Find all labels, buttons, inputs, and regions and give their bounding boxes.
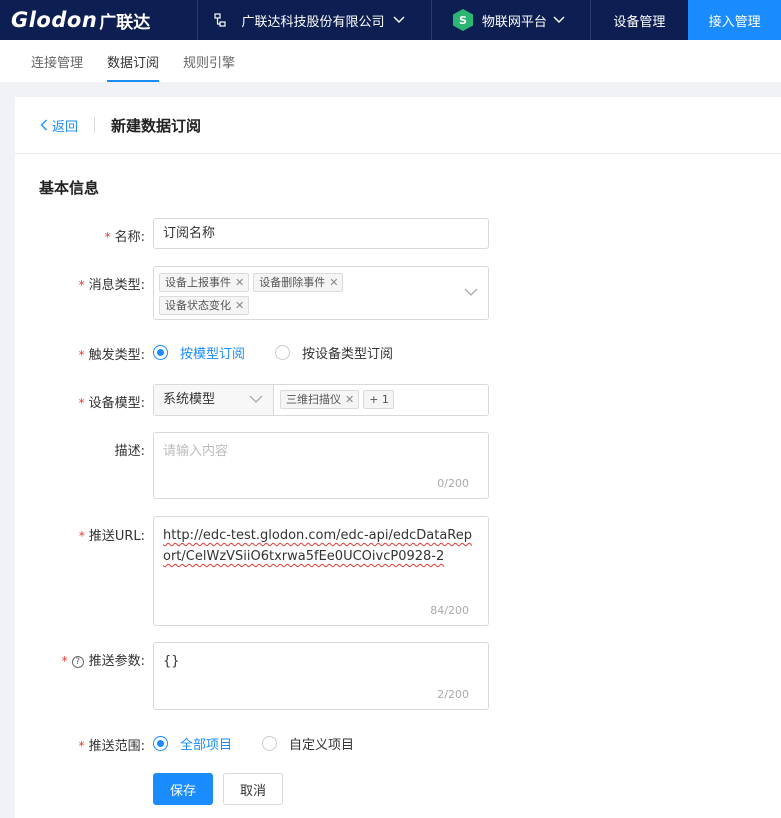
url-label: * 推送URL: — [79, 525, 145, 544]
help-icon[interactable]: ? — [71, 656, 84, 668]
tag-label: 设备上报事件 — [165, 276, 231, 289]
required-mark: * — [61, 654, 68, 668]
model-type-value: 系统模型 — [163, 392, 216, 407]
model-label: * 设备模型: — [79, 392, 145, 411]
more-tag[interactable]: + 1 — [363, 390, 394, 409]
tag-label: 设备状态变化 — [165, 299, 231, 312]
trigger-label: * 触发类型: — [79, 344, 145, 363]
desc-label: 描述: — [114, 444, 145, 459]
tag-item: 设备删除事件 ✕ — [253, 273, 344, 292]
required-mark: * — [78, 396, 85, 410]
close-icon[interactable]: ✕ — [345, 393, 354, 406]
platform-selector[interactable]: S 物联网平台 — [432, 0, 590, 40]
scope-label: * 推送范围: — [79, 735, 145, 754]
radio-unchecked — [275, 345, 291, 360]
section-title: 基本信息 — [39, 179, 100, 197]
radio-label: 全部项目 — [180, 738, 233, 753]
model-label-text: 设备模型: — [88, 396, 145, 411]
params-textarea[interactable]: {} 2/200 — [153, 642, 489, 710]
logo-cn: 广联达 — [99, 12, 151, 33]
radio-custom-projects[interactable]: 自定义项目 — [262, 734, 354, 753]
char-counter: 2/200 — [437, 688, 469, 701]
msg-type-label-text: 消息类型: — [88, 278, 145, 293]
tab-connection-management[interactable]: 连接管理 — [31, 40, 83, 82]
radio-unchecked — [262, 736, 278, 751]
close-icon[interactable]: ✕ — [235, 276, 244, 289]
msg-type-label: * 消息类型: — [79, 274, 145, 293]
params-label-text: 推送参数: — [88, 654, 145, 669]
params-value: {} — [163, 654, 180, 669]
desc-placeholder: 请输入内容 — [163, 444, 229, 459]
logo[interactable]: Glodon 广联达 — [0, 0, 197, 40]
radio-by-device-type[interactable]: 按设备类型订阅 — [275, 343, 393, 362]
tab-rule-engine[interactable]: 规则引擎 — [183, 40, 235, 82]
required-mark: * — [78, 529, 85, 543]
chevron-down-icon — [553, 16, 565, 23]
url-value: http://edc-test.glodon.com/edc-api/edcDa… — [163, 528, 472, 564]
chevron-down-icon — [464, 288, 478, 296]
scope-label-text: 推送范围: — [88, 739, 145, 754]
save-button[interactable]: 保存 — [153, 773, 213, 805]
model-tags[interactable]: 三维扫描仪 ✕ + 1 — [274, 385, 404, 415]
chevron-down-icon — [393, 16, 405, 23]
company-selector[interactable]: 广联达科技股份有限公司 — [198, 0, 431, 40]
card-header: 返回 新建数据订阅 — [15, 97, 781, 154]
char-counter: 0/200 — [437, 477, 469, 490]
model-type-select[interactable]: 系统模型 — [154, 385, 274, 415]
tag-item: 设备上报事件 ✕ — [159, 273, 250, 292]
scope-radio-group: 全部项目 自定义项目 — [153, 734, 384, 753]
header-separator — [94, 117, 96, 133]
trigger-radio-group: 按模型订阅 按设备类型订阅 — [153, 343, 423, 362]
back-label: 返回 — [52, 119, 79, 135]
required-mark: * — [78, 739, 85, 753]
top-header: Glodon 广联达 广联达科技股份有限公司 S 物联网平台 设备管理 接入管理 — [0, 0, 781, 40]
tag-item: 三维扫描仪 ✕ — [280, 390, 360, 409]
nav-device-management[interactable]: 设备管理 — [591, 0, 689, 40]
tab-data-subscription[interactable]: 数据订阅 — [107, 40, 160, 82]
params-label: *? 推送参数: — [62, 650, 145, 669]
close-icon[interactable]: ✕ — [235, 299, 244, 312]
trigger-label-text: 触发类型: — [88, 348, 145, 363]
radio-label: 按设备类型订阅 — [302, 347, 394, 362]
radio-by-model[interactable]: 按模型订阅 — [153, 343, 245, 362]
radio-checked — [153, 345, 168, 360]
sub-tabs: 连接管理 数据订阅 规则引擎 — [0, 40, 781, 82]
close-icon[interactable]: ✕ — [329, 276, 338, 289]
radio-all-projects[interactable]: 全部项目 — [153, 734, 232, 753]
chevron-down-icon — [249, 395, 263, 403]
tag-label: 三维扫描仪 — [286, 393, 341, 406]
cancel-button[interactable]: 取消 — [223, 773, 283, 805]
model-selector: 系统模型 三维扫描仪 ✕ + 1 — [153, 384, 489, 416]
url-textarea[interactable]: http://edc-test.glodon.com/edc-api/edcDa… — [153, 516, 489, 626]
tag-item: 设备状态变化 ✕ — [159, 296, 250, 315]
page-title: 新建数据订阅 — [111, 116, 202, 135]
radio-checked — [153, 736, 168, 751]
svg-text:S: S — [459, 14, 467, 27]
logo-text: Glodon — [11, 8, 98, 32]
name-label-text: 名称: — [114, 230, 145, 245]
tag-label: 设备删除事件 — [259, 276, 326, 289]
msg-type-select[interactable]: 设备上报事件 ✕ 设备删除事件 ✕ 设备状态变化 ✕ — [153, 266, 489, 320]
name-input[interactable]: 订阅名称 — [153, 218, 489, 249]
radio-label: 按模型订阅 — [180, 347, 246, 362]
required-mark: * — [104, 230, 111, 244]
required-mark: * — [78, 278, 85, 292]
nav-access-management[interactable]: 接入管理 — [688, 0, 781, 40]
radio-label: 自定义项目 — [289, 738, 355, 753]
form-card: 返回 新建数据订阅 基本信息 * 名称: 订阅名称 * 消息类型: 设备上报事件 ✕ 设… — [15, 97, 781, 818]
company-name: 广联达科技股份有限公司 — [241, 14, 385, 30]
org-icon — [213, 13, 226, 27]
msg-type-tags: 设备上报事件 ✕ 设备删除事件 ✕ 设备状态变化 ✕ — [159, 271, 459, 317]
chevron-left-icon — [40, 119, 47, 131]
platform-name: 物联网平台 — [481, 14, 547, 30]
desc-textarea[interactable]: 请输入内容 0/200 — [153, 432, 489, 499]
name-label: * 名称: — [105, 226, 145, 245]
platform-icon: S — [452, 9, 473, 31]
required-mark: * — [78, 348, 85, 362]
back-link[interactable]: 返回 — [40, 116, 78, 135]
url-label-text: 推送URL: — [88, 529, 145, 544]
char-counter: 84/200 — [430, 604, 469, 617]
